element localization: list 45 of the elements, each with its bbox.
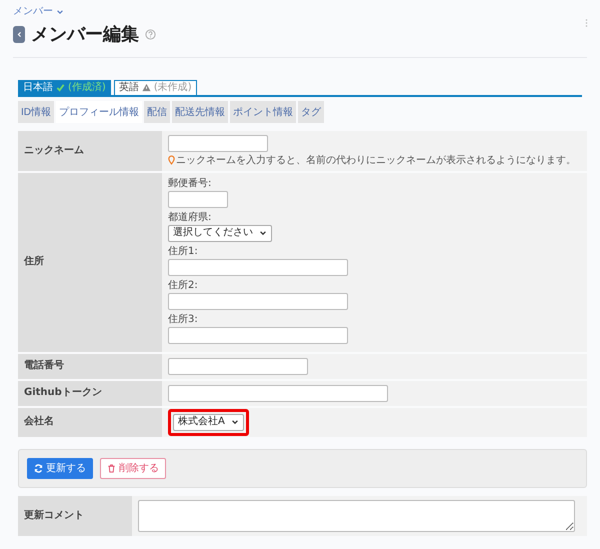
input-field[interactable] (168, 134, 268, 152)
tab[interactable]: ID情報 (18, 100, 54, 123)
language-tab[interactable]: 英語 (未作成) (114, 80, 197, 95)
breadcrumb-link[interactable]: メンバー (13, 6, 53, 18)
page-title: メンバー編集 (31, 24, 139, 46)
row-label: 会社名 (18, 408, 162, 437)
row-label: ニックネーム (18, 130, 162, 171)
tab[interactable]: 配送先情報 (172, 100, 228, 123)
caret-icon (230, 418, 239, 426)
back-button[interactable] (13, 26, 25, 44)
field-label: 住所3: (168, 314, 199, 326)
input-field[interactable] (168, 190, 228, 208)
caret-icon (259, 229, 267, 238)
field-label: 住所2: (168, 280, 199, 292)
check-icon (56, 83, 65, 92)
chevron-left-icon (16, 31, 22, 38)
pin-icon (168, 154, 175, 165)
field-label: 郵便番号: (168, 178, 212, 190)
tab[interactable]: ポイント情報 (230, 100, 296, 123)
chevron-down-icon[interactable] (56, 8, 64, 16)
update-button[interactable]: 更新する (27, 458, 93, 479)
language-tab[interactable]: 日本語 (作成済) (18, 80, 111, 95)
input-field[interactable] (168, 358, 308, 375)
tab[interactable]: プロフィール情報 (56, 100, 142, 123)
input-field[interactable] (168, 292, 348, 310)
help-icon[interactable] (145, 29, 156, 40)
field-label: 住所1: (168, 246, 199, 258)
input-field[interactable] (168, 326, 348, 344)
tab[interactable]: 配信 (144, 100, 170, 123)
input-field[interactable] (168, 384, 388, 402)
row-label: Githubトークン (18, 380, 162, 406)
tab[interactable]: タグ (298, 100, 324, 123)
refresh-icon (34, 464, 43, 473)
row-label: 更新コメント (18, 496, 132, 536)
hint-text: ニックネームを入力すると、名前の代わりにニックネームが表示されるようになります。 (176, 154, 576, 167)
trash-icon (107, 464, 116, 473)
select-field[interactable]: 選択してください (168, 224, 272, 242)
warning-icon (142, 83, 151, 92)
select-field[interactable]: 株式会社A (173, 414, 244, 431)
field-label: 都道府県: (168, 212, 212, 224)
row-label: 住所 (18, 172, 162, 352)
input-field[interactable] (168, 258, 348, 276)
comment-field[interactable] (138, 500, 575, 532)
row-label: 電話番号 (18, 354, 162, 379)
delete-button[interactable]: 削除する (100, 458, 166, 479)
